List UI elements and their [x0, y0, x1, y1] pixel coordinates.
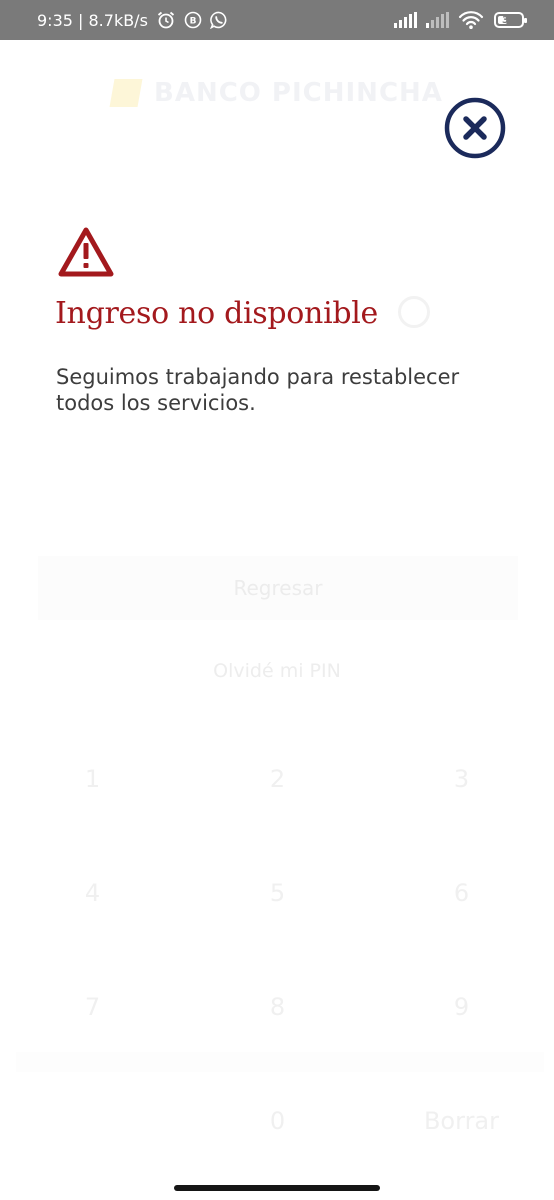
battery-icon: 36: [494, 12, 527, 28]
loading-spinner-icon: [398, 296, 430, 328]
status-time-speed: 9:35 | 8.7kB/s: [37, 10, 148, 30]
modal-message: Seguimos trabajando para restablecer tod…: [56, 365, 460, 415]
signal-icon: [394, 12, 418, 28]
warning-icon: [57, 226, 115, 278]
key-6: 6: [453, 879, 470, 907]
close-button[interactable]: [444, 97, 506, 159]
status-bar: 9:35 | 8.7kB/s B 36: [0, 0, 554, 40]
signal-weak-icon: [426, 12, 450, 28]
key-7: 7: [84, 993, 101, 1021]
battery-cap: [524, 18, 527, 23]
keypad-divider: [16, 1052, 544, 1072]
pin-keypad: 1 2 3 4 5 6 7 8 9 0 Borrar: [0, 738, 554, 1200]
key-9: 9: [453, 993, 470, 1021]
brand-name: BANCO PICHINCHA: [154, 78, 443, 108]
key-8: 8: [269, 993, 286, 1021]
modal-title: Ingreso no disponible: [55, 296, 379, 331]
key-2: 2: [269, 765, 286, 793]
key-0: 0: [269, 1107, 286, 1135]
svg-text:B: B: [189, 17, 196, 27]
brand-mark-icon: [109, 79, 143, 107]
key-4: 4: [84, 879, 101, 907]
return-button: Regresar: [38, 556, 518, 620]
key-5: 5: [269, 879, 286, 907]
home-indicator[interactable]: [174, 1185, 380, 1191]
status-left: 9:35 | 8.7kB/s B: [37, 10, 236, 30]
key-3: 3: [453, 765, 470, 793]
b-badge-icon: B: [184, 11, 202, 29]
key-1: 1: [84, 765, 101, 793]
wifi-icon: [458, 10, 484, 30]
forgot-pin-link: Olvidé mi PIN: [213, 660, 341, 682]
key-delete: Borrar: [423, 1107, 500, 1135]
whatsapp-icon: [209, 11, 228, 29]
brand-logo: BANCO PICHINCHA: [109, 78, 443, 108]
battery-percent: 36: [502, 14, 516, 26]
alarm-icon: [156, 10, 176, 30]
close-icon: [444, 97, 506, 159]
status-right: 36: [386, 10, 527, 30]
